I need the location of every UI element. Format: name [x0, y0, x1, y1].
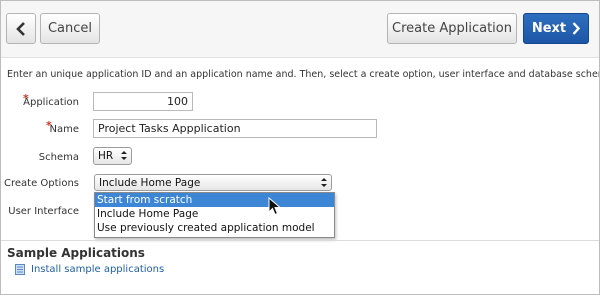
next-button[interactable]: Next: [523, 13, 589, 44]
create-options-value: Include Home Page: [99, 176, 201, 189]
updown-arrows-icon: [121, 151, 127, 160]
document-icon: [15, 264, 25, 275]
wizard-toolbar: Cancel Create Application Next: [1, 1, 599, 58]
application-name-input[interactable]: Project Tasks Appplication: [93, 119, 377, 138]
next-button-label: Next: [531, 21, 567, 36]
chevron-right-icon: [572, 22, 581, 35]
install-sample-apps-label: Install sample applications: [31, 264, 165, 275]
option-use-previous-model[interactable]: Use previously created application model: [95, 221, 334, 235]
user-interface-label: User Interface: [8, 206, 79, 217]
option-include-home-page[interactable]: Include Home Page: [95, 207, 334, 221]
create-options-dropdown: Start from scratch Include Home Page Use…: [94, 192, 335, 238]
sample-applications-heading: Sample Applications: [7, 246, 145, 260]
application-id-input[interactable]: 100: [93, 92, 193, 111]
option-start-from-scratch[interactable]: Start from scratch: [95, 193, 334, 207]
name-label: Name: [49, 124, 79, 135]
mouse-pointer-icon: [268, 197, 282, 216]
chevron-left-icon: [16, 21, 25, 36]
create-application-button[interactable]: Create Application: [387, 13, 517, 44]
create-options-label: Create Options: [4, 178, 79, 189]
instructions-text: Enter an unique application ID and an ap…: [7, 69, 600, 80]
schema-value: HR: [98, 150, 114, 162]
create-application-dialog: Cancel Create Application Next Enter an …: [0, 0, 600, 295]
create-options-select[interactable]: Include Home Page: [94, 174, 332, 191]
schema-select[interactable]: HR: [93, 147, 132, 165]
cancel-button[interactable]: Cancel: [40, 13, 100, 44]
application-label: Application: [23, 97, 79, 108]
section-divider: [1, 240, 599, 241]
schema-label: Schema: [38, 152, 79, 163]
updown-arrows-icon: [321, 178, 327, 187]
back-button[interactable]: [6, 13, 36, 44]
install-sample-apps-link[interactable]: Install sample applications: [15, 264, 164, 275]
